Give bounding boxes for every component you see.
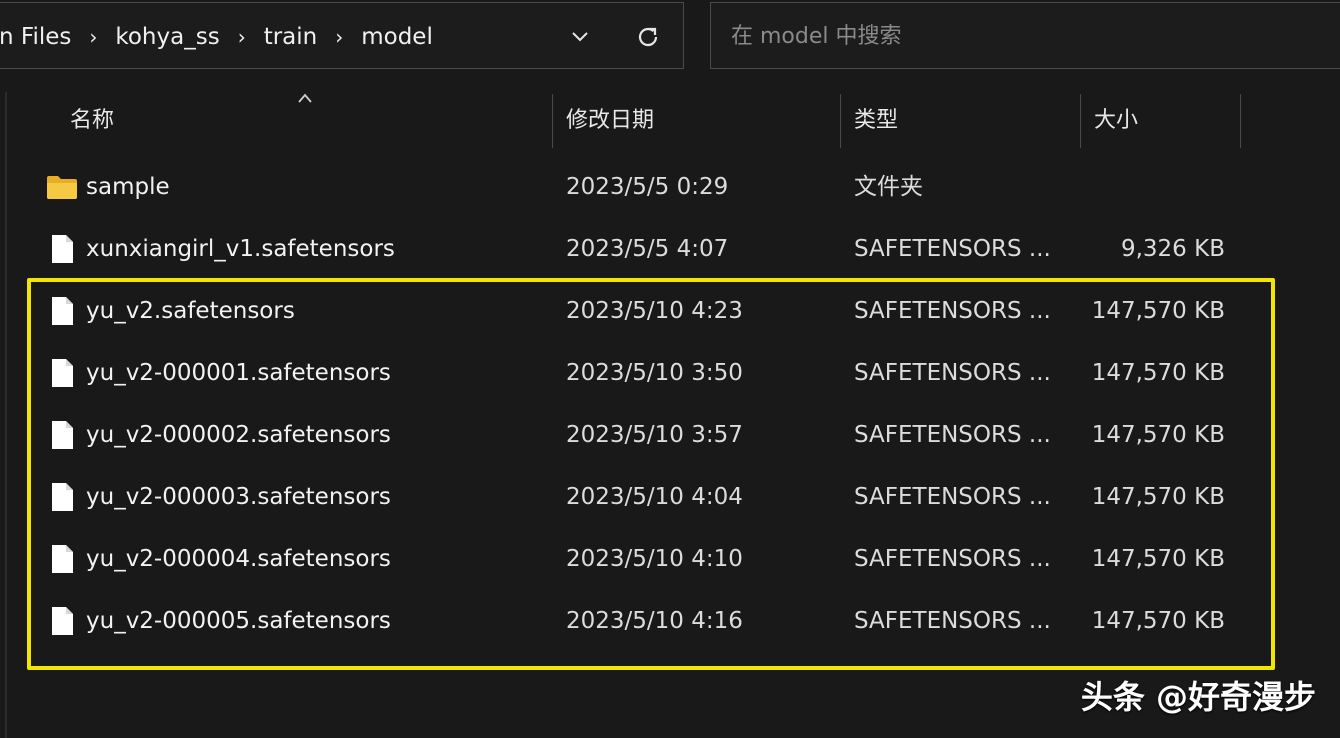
refresh-icon[interactable] [635,24,661,50]
column-header-size[interactable]: 大小 [1094,92,1138,150]
file-size: 9,326 KB [1120,236,1225,262]
folder-icon [47,176,77,199]
search-placeholder: 在 model 中搜索 [731,24,902,49]
file-name: sample [86,174,170,200]
search-input[interactable]: 在 model 中搜索 [710,2,1340,69]
file-type: SAFETENSORS ... [854,236,1051,262]
breadcrumb-item[interactable]: model [361,24,433,50]
column-divider[interactable] [840,94,841,148]
breadcrumb-item[interactable]: train [264,24,318,50]
highlight-box [27,278,1275,670]
column-header-type[interactable]: 类型 [854,92,898,150]
file-type: 文件夹 [854,174,923,200]
file-date: 2023/5/5 4:07 [566,236,729,262]
breadcrumb-separator-icon[interactable]: › [71,25,115,49]
column-divider[interactable] [1080,94,1081,148]
address-bar[interactable]: n Files › kohya_ss › train › model [0,2,684,69]
column-header-name[interactable]: 名称 [70,92,114,150]
column-header-date[interactable]: 修改日期 [566,92,654,150]
breadcrumb-separator-icon[interactable]: › [317,25,361,49]
file-name: xunxiangirl_v1.safetensors [86,236,395,262]
column-divider[interactable] [1240,94,1241,148]
breadcrumb-separator-icon[interactable]: › [220,25,264,49]
column-divider[interactable] [552,94,553,148]
column-header-row: 名称 修改日期 类型 大小 [0,92,1340,150]
breadcrumb-item[interactable]: kohya_ss [115,24,219,50]
file-icon [52,235,73,263]
file-date: 2023/5/5 0:29 [566,174,729,200]
watermark: 头条 @好奇漫步 [1080,678,1316,716]
file-row-folder[interactable]: sample 2023/5/5 0:29 文件夹 [0,156,1340,218]
breadcrumb: n Files › kohya_ss › train › model [0,3,433,70]
file-row[interactable]: xunxiangirl_v1.safetensors 2023/5/5 4:07… [0,218,1340,280]
chevron-down-icon[interactable] [569,25,591,47]
breadcrumb-item[interactable]: n Files [0,24,71,50]
